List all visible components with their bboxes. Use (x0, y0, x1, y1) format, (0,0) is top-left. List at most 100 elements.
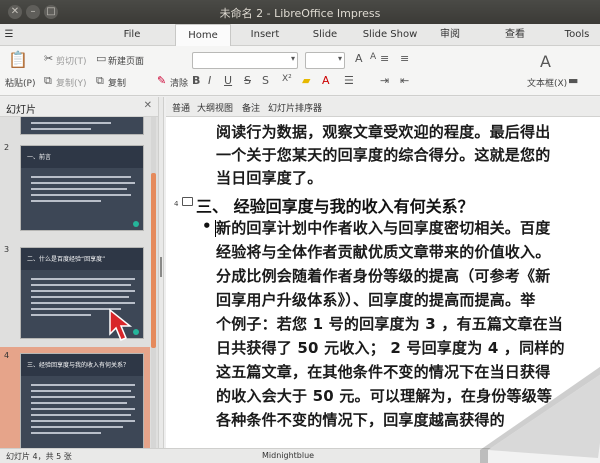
indent-icon[interactable]: ⇥ (380, 74, 389, 87)
slide-number: 4 (4, 351, 10, 360)
outline-text-line[interactable]: 一个关于您某天的回享度的综合得分。这就是您的 (216, 144, 550, 165)
copy-label[interactable]: 复制(Y) (56, 76, 87, 89)
page-curl-decoration (480, 366, 600, 463)
slides-panel-scrollbar[interactable] (151, 117, 156, 448)
duplicate-slide-icon[interactable]: ⧉ (96, 74, 104, 88)
clear-label[interactable]: 清除 (170, 76, 188, 89)
font-size-combobox[interactable]: ▾ (305, 52, 345, 69)
app-window: ✕ – □ 未命名 2 - LibreOffice Impress ☰ File… (0, 0, 600, 463)
duplicate-label[interactable]: 复制 (108, 76, 126, 89)
thumb-text-line (31, 414, 131, 416)
thumb-text-line (31, 194, 131, 196)
bold-icon[interactable]: B (192, 74, 200, 87)
paste-icon[interactable]: 📋 (8, 50, 28, 69)
italic-icon[interactable]: I (208, 74, 211, 87)
slide-thumbnail-row[interactable]: 2 一、前言 (0, 139, 150, 237)
master-slide-status: Midnightblue (262, 451, 315, 460)
tab-slide-show[interactable]: Slide Show (360, 24, 420, 46)
thumb-dot (133, 221, 139, 227)
view-tab-outline[interactable]: 大纲视图 (197, 101, 233, 114)
tab-view[interactable]: 查看 (495, 24, 535, 46)
underline-icon[interactable]: U (224, 74, 232, 87)
thumb-text-line (31, 284, 131, 286)
thumb-text-line (31, 432, 101, 434)
thumb-text-line (31, 122, 111, 124)
paste-label[interactable]: 粘贴(P) (5, 76, 35, 89)
view-tab-slide-sorter[interactable]: 幻灯片排序器 (268, 101, 322, 114)
outline-text-line[interactable]: 回享用户升级体系》）、回享度的提高而提高。举 (216, 289, 535, 310)
outline-text-line[interactable]: 当日回享度了。 (216, 167, 322, 188)
align-left-icon[interactable]: ≡ (380, 52, 389, 65)
splitter-grip[interactable] (160, 257, 162, 277)
bullet-mark: • (202, 217, 212, 235)
slide-number: 2 (4, 143, 10, 152)
textbox-label[interactable]: 文本框(X) (527, 76, 567, 89)
strikethrough-icon[interactable]: S (244, 74, 251, 87)
tab-tools[interactable]: Tools (555, 24, 599, 46)
thumb-text-line (31, 176, 131, 178)
outline-text-line[interactable]: 阅读行为数据，观察文章受欢迎的程度。最后得出 (216, 121, 550, 142)
thumb-title: 二、什么是百度经验“回享度” (27, 256, 106, 263)
slides-panel-header: 幻灯片 ✕ (0, 97, 158, 117)
tab-file[interactable]: File (112, 24, 152, 46)
slide-number-marker: 4 (174, 200, 179, 208)
tab-review[interactable]: 审阅 (430, 24, 470, 46)
thumb-text-line (31, 402, 127, 404)
outdent-icon[interactable]: ⇤ (400, 74, 409, 87)
clear-format-icon[interactable]: ✎ (157, 74, 166, 87)
slide-heading[interactable]: 三、 经验回享度与我的收入有何关系？ (196, 193, 474, 217)
thumb-text-line (31, 384, 135, 386)
close-panel-icon[interactable]: ✕ (144, 100, 152, 111)
cut-label[interactable]: 剪切(T) (56, 54, 87, 67)
thumb-text-line (31, 302, 135, 304)
superscript-icon[interactable]: X² (282, 74, 292, 84)
view-tab-normal[interactable]: 普通 (172, 101, 190, 114)
cut-icon[interactable]: ✂ (44, 52, 53, 65)
outline-text-line[interactable]: 新的回享计划中作者收入与回享度密切相关。百度 (216, 217, 550, 238)
slide-count-status: 幻灯片 4，共 5 张 (6, 452, 72, 461)
thumb-text-line (31, 396, 135, 398)
scrollbar-thumb[interactable] (151, 173, 156, 348)
thumb-text-line (31, 314, 91, 316)
title-bar: ✕ – □ 未命名 2 - LibreOffice Impress (0, 0, 600, 24)
align-center-icon[interactable]: ≡ (400, 52, 409, 65)
thumb-text-line (31, 188, 127, 190)
slide-thumbnail-row[interactable] (0, 117, 150, 137)
new-slide-label[interactable]: 新建页面 (108, 54, 144, 67)
outline-text-line[interactable]: 各种条件不变的情况下，回享度越高获得的 (216, 409, 505, 430)
thumb-text-line (31, 182, 135, 184)
slide-number: 3 (4, 245, 10, 254)
ribbon-toolbar: 📋 粘贴(P) ✂ 剪切(T) ⧉ 复制(Y) ▭ 新建页面 ⧉ 复制 ✎ 清除… (0, 46, 600, 96)
menu-icon[interactable]: ☰ (0, 24, 18, 46)
bullets-icon[interactable]: ☰ (344, 74, 354, 87)
font-name-combobox[interactable]: ▾ (192, 52, 298, 69)
mouse-pointer-icon (109, 308, 133, 341)
tab-slide[interactable]: Slide (300, 24, 350, 46)
outline-text-line[interactable]: 个例子：若您 1 号的回享度为 3 ，有五篇文章在当 (216, 313, 563, 334)
copy-icon[interactable]: ⧉ (44, 74, 52, 88)
thumb-text-line (31, 290, 135, 292)
shrink-font-icon[interactable]: A (370, 52, 376, 62)
outline-text-line[interactable]: 经验将与全体作者贡献优质文章带来的价值收入。 (216, 241, 550, 262)
slide-icon (182, 197, 193, 206)
thumb-title: 三、经验回享度与我的收入有何关系？ (27, 362, 130, 369)
slide-thumbnail[interactable]: 一、前言 (20, 145, 144, 231)
grow-font-icon[interactable]: A (355, 52, 363, 65)
tab-home[interactable]: Home (175, 24, 231, 47)
new-slide-icon[interactable]: ▭ (96, 52, 106, 65)
tab-insert[interactable]: Insert (240, 24, 290, 46)
highlight-icon[interactable]: ▰ (302, 74, 310, 87)
font-color-icon[interactable]: A (322, 74, 330, 87)
shadow-icon[interactable]: S (262, 74, 269, 87)
textbox-icon[interactable]: A (540, 52, 551, 71)
thumb-text-line (31, 390, 131, 392)
view-tab-notes[interactable]: 备注 (242, 101, 260, 114)
view-tabs: 普通 大纲视图 备注 幻灯片排序器 (166, 97, 600, 117)
slide-thumbnail-row-selected[interactable]: 4 三、经验回享度与我的收入有何关系？ (0, 347, 150, 448)
slide-thumbnail[interactable] (20, 117, 144, 135)
shapes-icon[interactable]: ▬ (568, 74, 578, 87)
outline-text-line[interactable]: 分成比例会随着作者身份等级的提高（可参考《新 (216, 265, 550, 286)
slide-thumbnail[interactable]: 三、经验回享度与我的收入有何关系？ (20, 353, 144, 448)
thumb-text-line (31, 278, 135, 280)
panel-splitter[interactable] (158, 97, 164, 448)
